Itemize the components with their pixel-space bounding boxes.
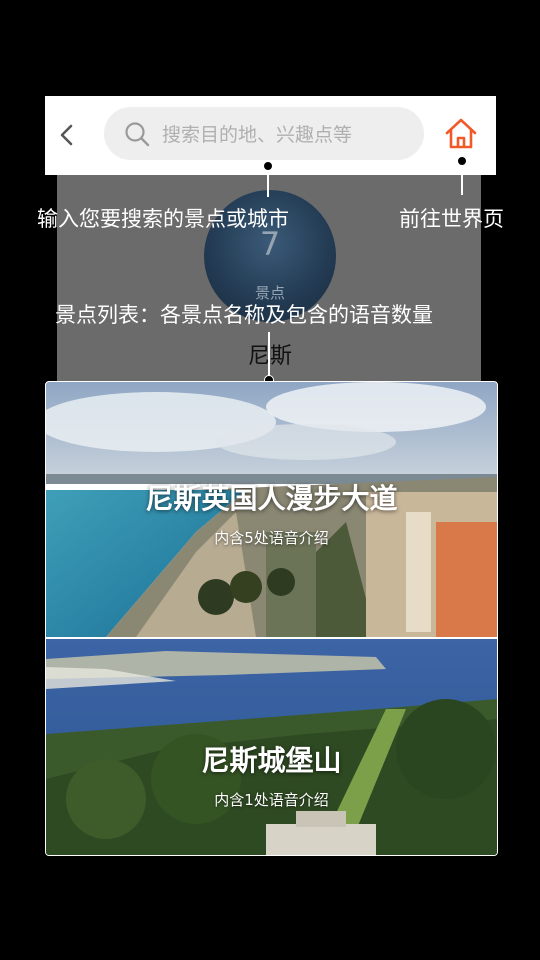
search-hint-text: 输入您要搜索的景点或城市 xyxy=(37,207,289,231)
spot-title: 尼斯英国人漫步大道 xyxy=(145,482,398,515)
search-hint-line xyxy=(267,171,269,197)
list-hint-text: 景点列表：各景点名称及包含的语音数量 xyxy=(55,303,433,327)
home-icon[interactable] xyxy=(444,116,478,150)
search-hint-dot xyxy=(263,161,273,171)
home-hint-text: 前往世界页 xyxy=(399,207,504,231)
spot-card[interactable]: 尼斯英国人漫步大道 内含5处语音介绍 xyxy=(46,382,497,637)
spot-list: 尼斯英国人漫步大道 内含5处语音介绍 尼斯城堡山 内含1处语音介绍 xyxy=(45,381,498,856)
spot-title: 尼斯城堡山 xyxy=(201,744,342,777)
city-name: 尼斯 xyxy=(0,338,540,370)
search-input[interactable] xyxy=(160,115,414,154)
home-hint-dot xyxy=(457,156,467,166)
search-box[interactable] xyxy=(104,107,424,160)
spot-audio-count: 内含1处语音介绍 xyxy=(214,791,329,809)
home-hint-line xyxy=(461,166,463,195)
back-icon[interactable] xyxy=(57,123,77,147)
spot-card[interactable]: 尼斯城堡山 内含1处语音介绍 xyxy=(46,639,497,855)
list-hint-line xyxy=(268,332,270,377)
search-icon xyxy=(125,122,150,147)
spot-audio-count: 内含5处语音介绍 xyxy=(214,529,329,547)
